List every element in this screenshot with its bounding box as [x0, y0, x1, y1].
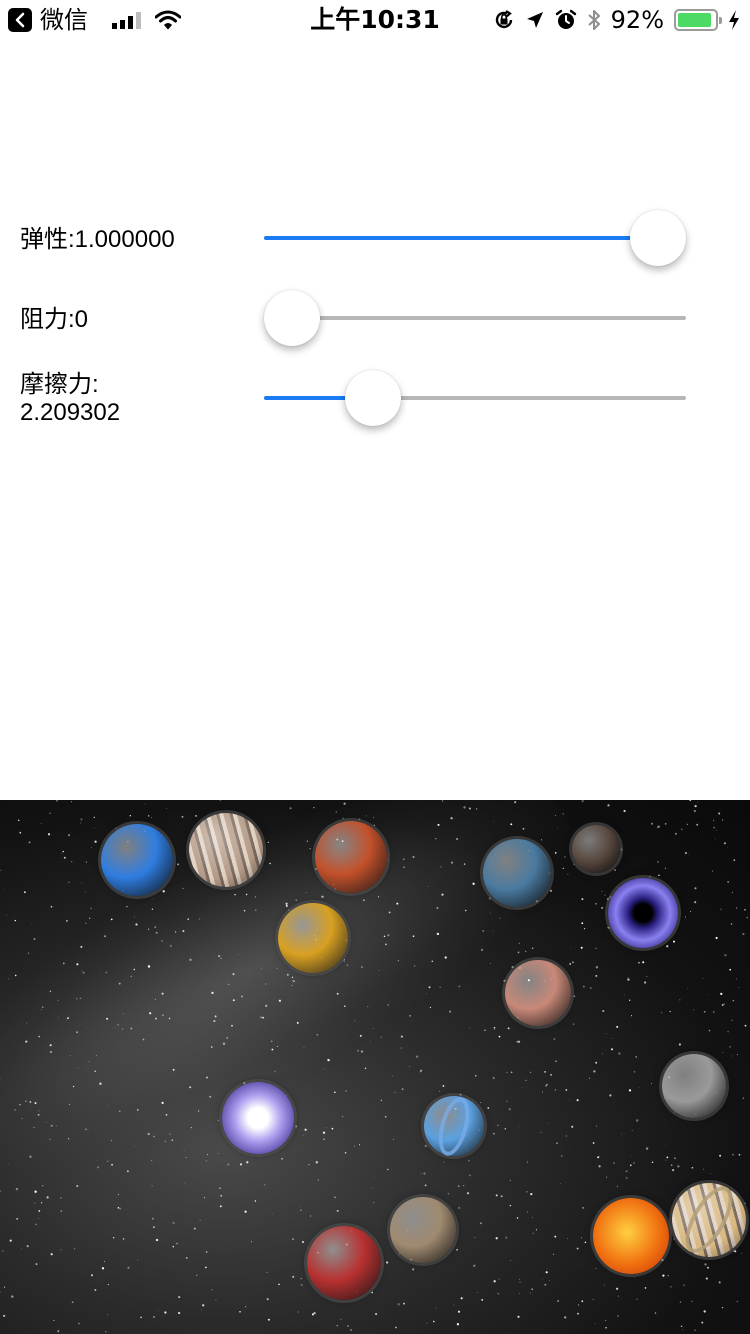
slider-thumb[interactable]: [264, 290, 320, 346]
neptune-planet-ball[interactable]: [101, 824, 173, 896]
lava-planet-planet-ball[interactable]: [307, 1226, 381, 1300]
friction-slider[interactable]: [264, 368, 686, 428]
venus-planet-ball[interactable]: [278, 903, 348, 973]
friction-row: 摩擦力: 2.209302: [0, 360, 750, 440]
elasticity-row: 弹性:1.000000: [0, 200, 750, 280]
mars-planet-ball[interactable]: [315, 821, 387, 893]
resistance-label: 阻力:0: [20, 306, 89, 333]
sun-planet-ball[interactable]: [593, 1198, 669, 1274]
resistance-slider[interactable]: [264, 288, 686, 348]
elasticity-slider[interactable]: [264, 208, 686, 268]
slider-track: [264, 316, 686, 320]
nebula-planet-planet-ball[interactable]: [222, 1082, 294, 1154]
moon-planet-ball[interactable]: [662, 1054, 726, 1118]
asteroid-planet-ball[interactable]: [572, 825, 620, 873]
elasticity-label: 弹性:1.000000: [20, 226, 175, 253]
space-physics-area[interactable]: [0, 800, 750, 1334]
location-icon: [526, 12, 543, 28]
battery-level-fill: [678, 13, 712, 27]
slider-fill: [264, 236, 658, 240]
battery-percentage: 92%: [610, 6, 664, 34]
bluetooth-icon: [587, 10, 600, 30]
orientation-lock-icon: [495, 10, 512, 29]
status-bar: 微信 上午10:31 92%: [0, 0, 750, 40]
charging-bolt-icon: [729, 10, 739, 30]
status-bar-right: 92%: [493, 6, 740, 34]
slider-thumb[interactable]: [344, 370, 401, 426]
earth-planet-ball[interactable]: [483, 839, 551, 907]
battery-icon: [674, 9, 722, 31]
slider-thumb[interactable]: [630, 210, 686, 266]
pink-planet-planet-ball[interactable]: [505, 960, 571, 1026]
resistance-row: 阻力:0: [0, 280, 750, 360]
friction-label: 摩擦力: 2.209302: [20, 371, 121, 426]
jupiter-planet-ball[interactable]: [189, 813, 263, 887]
black-hole-planet-ball[interactable]: [608, 878, 678, 948]
alarm-icon: [555, 9, 576, 29]
mercury-planet-ball[interactable]: [390, 1197, 456, 1263]
